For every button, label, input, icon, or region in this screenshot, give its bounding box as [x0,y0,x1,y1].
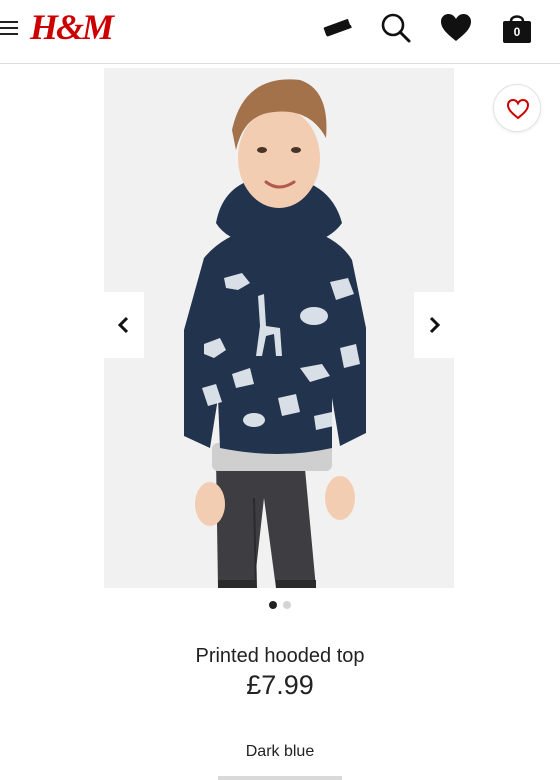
gallery-pagination [0,601,560,611]
chevron-left-icon [117,316,129,334]
product-price: £7.99 [246,670,314,700]
site-header: H&M 0 [0,0,560,64]
card-icon[interactable] [319,10,355,46]
hamburger-icon[interactable] [0,18,20,38]
product-color-label: Dark blue [245,743,315,760]
shopping-bag-icon[interactable]: 0 [499,10,535,46]
search-icon[interactable] [378,10,414,46]
gallery-dot-active[interactable] [269,601,277,609]
product-photo [104,68,454,588]
wishlist-button[interactable] [493,84,541,132]
chevron-right-icon [429,316,441,334]
heart-outline-icon [506,98,530,120]
favorites-heart-icon[interactable] [438,10,474,46]
previous-image-button[interactable] [104,292,144,358]
product-image[interactable] [104,68,454,588]
gallery-dot[interactable] [283,601,291,609]
hm-logo[interactable]: H&M [30,6,114,48]
bottom-sheet-handle[interactable] [218,776,342,780]
next-image-button[interactable] [414,292,454,358]
bag-count-badge: 0 [513,25,521,39]
product-name: Printed hooded top [195,645,365,667]
